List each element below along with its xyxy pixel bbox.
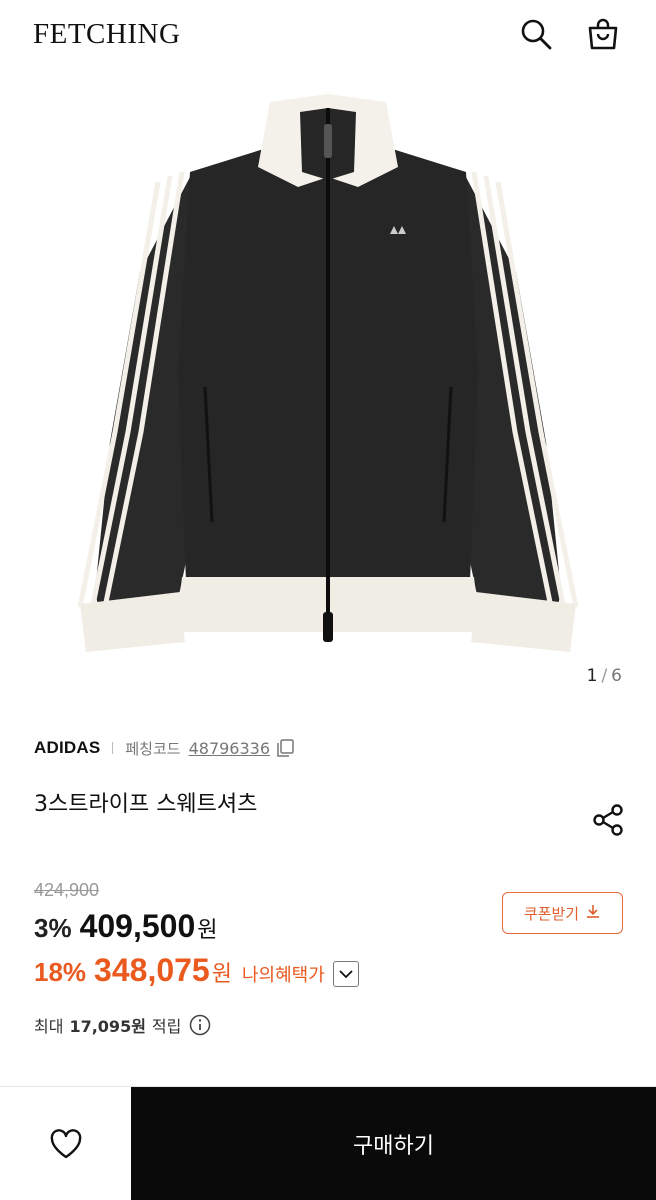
image-counter: 1/6 (587, 666, 622, 686)
benefit-label: 나의혜택가 (241, 965, 325, 986)
points-suffix: 적립 (151, 1017, 182, 1036)
benefit-currency-unit: 원 (211, 962, 232, 987)
shopping-bag-icon[interactable] (585, 16, 621, 52)
heart-icon (50, 1129, 81, 1159)
benefit-price: 348,075 (94, 952, 210, 988)
info-icon[interactable] (189, 1014, 211, 1036)
app-header: FETCHING (0, 0, 656, 72)
coupon-download-button[interactable]: 쿠폰받기 (502, 892, 623, 934)
search-icon[interactable] (518, 16, 554, 52)
points-prefix: 최대 (34, 1017, 64, 1036)
wishlist-button[interactable] (0, 1087, 131, 1200)
sale-price-row: 3% 409,500 원 (34, 908, 218, 952)
discount-percent: 3% (34, 913, 72, 943)
product-meta: ADIDAS 페칭코드 48796336 (34, 736, 294, 760)
sale-price: 409,500 (79, 908, 196, 944)
share-icon[interactable] (588, 800, 628, 840)
chevron-down-icon (339, 970, 353, 979)
buy-button[interactable]: 구매하기 (131, 1087, 656, 1200)
product-image[interactable] (0, 72, 656, 700)
currency-unit: 원 (197, 918, 218, 943)
image-counter-separator: / (601, 666, 608, 686)
benefit-price-row: 18% 348,075 원 나의혜택가 (34, 952, 359, 996)
product-title: 3스트라이프 스웨트셔츠 (34, 792, 258, 817)
brand-link[interactable]: ADIDAS (34, 738, 100, 758)
product-code-value[interactable]: 48796336 (189, 739, 270, 758)
logo[interactable]: FETCHING (33, 18, 180, 51)
image-total: 6 (611, 666, 622, 686)
bottom-action-bar: 구매하기 (0, 1086, 656, 1200)
product-code-label: 페칭코드 (125, 739, 181, 758)
coupon-button-label: 쿠폰받기 (523, 904, 580, 923)
download-icon (585, 903, 601, 923)
image-index: 1 (586, 666, 598, 686)
benefit-percent: 18% (34, 957, 87, 987)
copy-icon[interactable] (276, 739, 294, 757)
points-amount: 17,095원 (69, 1017, 146, 1036)
points-row: 최대 17,095원 적립 (34, 1012, 211, 1038)
meta-divider (112, 742, 114, 754)
original-price: 424,900 (34, 880, 100, 900)
benefit-expand-button[interactable] (332, 961, 359, 987)
